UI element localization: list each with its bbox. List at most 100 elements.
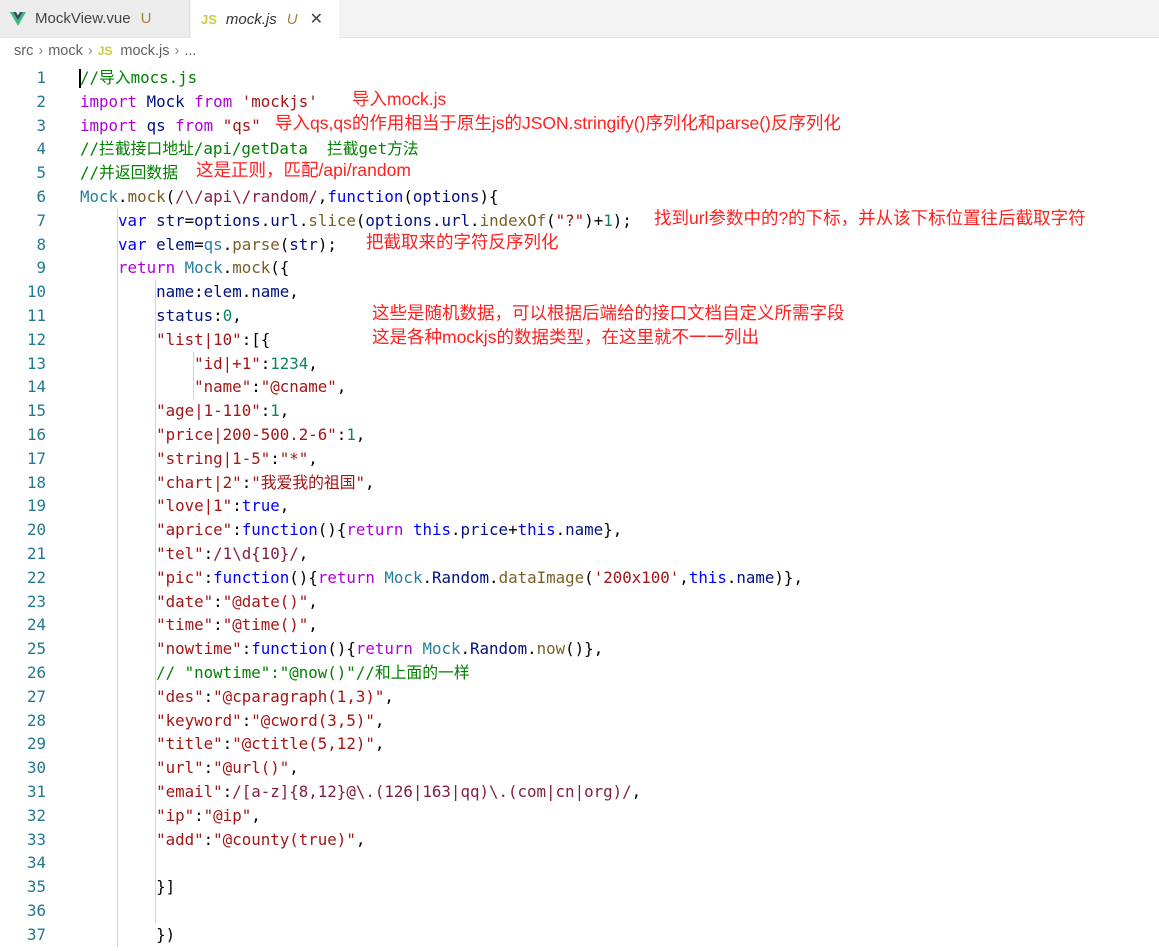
code-line[interactable]: 28 "keyword":"@cword(3,5)", <box>0 709 1159 733</box>
code-token: // "nowtime":"@now()"//和上面的一样 <box>156 663 470 682</box>
line-number: 22 <box>26 567 46 587</box>
code-line[interactable]: 22 "pic":function(){return Mock.Random.d… <box>0 566 1159 590</box>
code-token: "name" <box>194 377 252 397</box>
breadcrumb-item-mock[interactable]: mock <box>48 43 83 59</box>
code-line[interactable]: 37 }) <box>0 923 1159 947</box>
breadcrumb-item-src[interactable]: src <box>14 43 33 59</box>
line-number: 6 <box>36 187 46 206</box>
code-text: status:0, <box>80 304 242 328</box>
code-line[interactable]: 16 "price|200-500.2-6":1, <box>0 423 1159 447</box>
line-number: 10 <box>26 282 46 302</box>
code-line[interactable]: 30 "url":"@url()", <box>0 756 1159 780</box>
code-token: "price|200-500.2-6" <box>156 425 337 444</box>
code-token: elem <box>203 282 242 302</box>
code-text: //并返回数据 <box>80 161 178 185</box>
code-token: "pic" <box>156 567 204 587</box>
code-line[interactable]: 29 "title":"@ctitle(5,12)", <box>0 732 1159 756</box>
code-token: "nowtime" <box>156 639 242 659</box>
code-line[interactable]: 14 "name":"@cname", <box>0 375 1159 399</box>
code-token: //导入mocs.js <box>80 68 198 87</box>
line-number: 20 <box>26 520 46 540</box>
code-token: ( <box>546 210 556 230</box>
code-token: str <box>289 234 318 254</box>
code-line[interactable]: 32 "ip":"@ip", <box>0 804 1159 828</box>
code-token: : <box>203 567 214 587</box>
line-number: 26 <box>26 663 46 682</box>
breadcrumb: src › mock › JS mock.js › ... <box>0 38 1159 64</box>
code-token: slice <box>308 210 356 230</box>
code-line[interactable]: 33 "add":"@county(true)", <box>0 828 1159 852</box>
code-text: "pic":function(){return Mock.Random.data… <box>80 566 803 590</box>
code-text: "des":"@cparagraph(1,3)", <box>80 685 394 709</box>
code-token: , <box>374 710 385 730</box>
code-token: , <box>308 353 318 373</box>
code-token: }] <box>156 877 176 897</box>
indent-guide <box>155 280 157 923</box>
code-token: ); <box>612 210 632 230</box>
code-token: "我爱我的祖国" <box>251 472 366 492</box>
code-token: this <box>517 520 556 540</box>
code-line[interactable]: 1 //导入mocs.js <box>0 66 1159 90</box>
code-token: : <box>232 496 242 516</box>
code-line[interactable]: 34 <box>0 851 1159 875</box>
code-token: ()}, <box>565 639 604 659</box>
code-token: . <box>241 282 252 302</box>
line-number: 8 <box>36 234 46 254</box>
code-line[interactable]: 19 "love|1":true, <box>0 494 1159 518</box>
code-line[interactable]: 26 // "nowtime":"@now()"//和上面的一样 <box>0 661 1159 685</box>
code-line[interactable]: 24 "time":"@time()", <box>0 613 1159 637</box>
code-line[interactable]: 35 }] <box>0 875 1159 899</box>
code-line[interactable]: 13 "id|+1":1234, <box>0 352 1159 376</box>
code-line[interactable]: 21 "tel":/1\d{10}/, <box>0 542 1159 566</box>
code-text: "list|10":[{ <box>80 328 270 352</box>
breadcrumb-item-file[interactable]: mock.js <box>120 43 169 59</box>
code-token: + <box>508 520 518 540</box>
code-line[interactable]: 23 "date":"@date()", <box>0 590 1159 614</box>
code-token: "@ctitle(5,12)" <box>232 734 375 754</box>
code-token: mock <box>232 258 271 278</box>
annotation-note: 这些是随机数据，可以根据后端给的接口文档自定义所需字段 <box>372 303 845 323</box>
code-line[interactable]: 18 "chart|2":"我爱我的祖国", <box>0 471 1159 495</box>
code-token: "@ip" <box>203 805 252 825</box>
code-line[interactable]: 5 //并返回数据 <box>0 161 1159 185</box>
code-line[interactable]: 36 <box>0 899 1159 923</box>
code-line[interactable]: 9 return Mock.mock({ <box>0 256 1159 280</box>
code-text: "add":"@county(true)", <box>80 828 365 852</box>
code-token: : <box>241 710 252 730</box>
code-editor[interactable]: 1 //导入mocs.js 2 import Mock from 'mockjs' 3 i… <box>0 66 1159 951</box>
code-line[interactable]: 20 "aprice":function(){return this.price… <box>0 518 1159 542</box>
breadcrumb-item-symbols[interactable]: ... <box>184 43 196 59</box>
code-line[interactable]: 25 "nowtime":function(){return Mock.Rand… <box>0 637 1159 661</box>
code-text: "keyword":"@cword(3,5)", <box>80 709 384 733</box>
code-token: : <box>241 639 252 659</box>
code-line[interactable]: 31 "email":/[a-z]{8,12}@\.(126|163|qq)\.… <box>0 780 1159 804</box>
code-line[interactable]: 8 var elem=qs.parse(str); <box>0 233 1159 257</box>
code-token: "tel" <box>156 544 204 563</box>
close-icon[interactable]: ✕ <box>310 9 323 29</box>
tab-mock-js[interactable]: JS mock.js U ✕ <box>191 0 339 38</box>
code-line[interactable]: 17 "string|1-5":"*", <box>0 447 1159 471</box>
tab-mockview-vue[interactable]: MockView.vue U <box>0 0 190 37</box>
code-token: : <box>213 615 223 635</box>
code-token: , <box>336 377 347 397</box>
code-line[interactable]: 15 "age|1-110":1, <box>0 399 1159 423</box>
code-token: : <box>203 829 214 849</box>
code-token: name <box>251 282 290 302</box>
code-token: 'mockjs' <box>241 91 318 111</box>
line-number: 2 <box>36 91 46 111</box>
code-token: mock <box>127 187 166 206</box>
code-token: "string|1-5" <box>156 448 271 468</box>
git-status-badge: U <box>286 10 298 28</box>
code-line[interactable]: 4 //拦截接口地址/api/getData 拦截get方法 <box>0 137 1159 161</box>
code-token: true <box>241 496 280 516</box>
code-token: . <box>260 210 271 230</box>
code-token: import <box>80 115 138 135</box>
code-line[interactable]: 27 "des":"@cparagraph(1,3)", <box>0 685 1159 709</box>
